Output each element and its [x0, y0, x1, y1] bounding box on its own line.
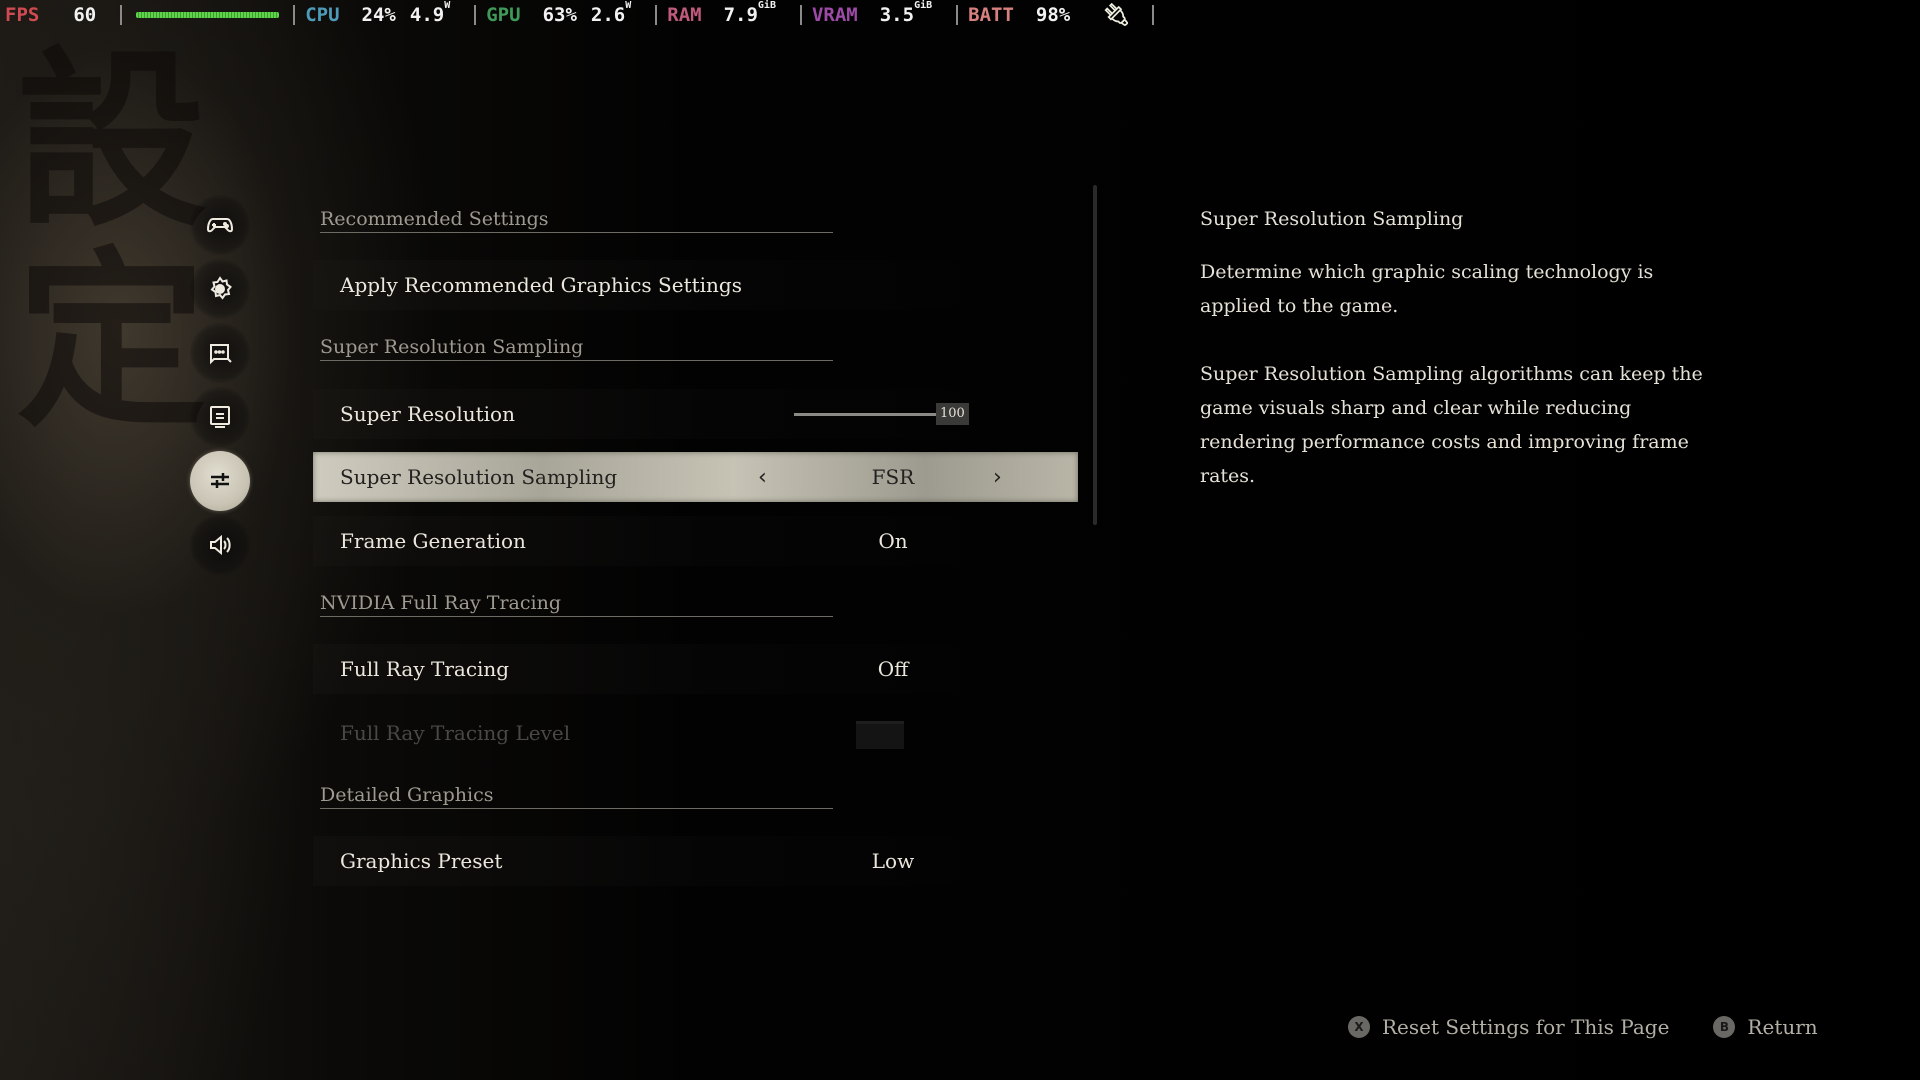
vram-amount: 3.5	[879, 4, 915, 26]
section-heading: NVIDIA Full Ray Tracing	[320, 592, 833, 617]
full-ray-tracing-level-row: Full Ray Tracing Level	[313, 708, 1078, 758]
sidebar-item-audio[interactable]	[190, 515, 250, 575]
divider	[120, 5, 123, 25]
reset-settings-button[interactable]: X Reset Settings for This Page	[1348, 1015, 1669, 1039]
cpu-power: 4.9W	[409, 0, 450, 26]
description-panel: Super Resolution Sampling Determine whic…	[1200, 208, 1720, 493]
frame-generation-row[interactable]: Frame Generation On	[313, 516, 1078, 566]
row-value: Off	[877, 657, 909, 681]
sidebar-item-interface[interactable]	[190, 323, 250, 383]
slider-value: 100	[936, 403, 969, 425]
chevron-left-icon[interactable]: ‹	[758, 465, 767, 490]
background-calligraphy: 設定	[0, 40, 207, 440]
gpu-label: GPU	[486, 4, 521, 26]
footer-prompts: X Reset Settings for This Page B Return	[1348, 1015, 1818, 1039]
gear-icon	[210, 276, 232, 300]
row-label: Full Ray Tracing	[340, 657, 510, 681]
cpu-usage: 24%	[361, 4, 396, 26]
ram-label: RAM	[667, 4, 702, 26]
description-paragraph: Super Resolution Sampling algorithms can…	[1200, 363, 1703, 487]
gamepad-icon	[206, 218, 234, 233]
graphics-preset-row[interactable]: Graphics Preset Low	[313, 836, 1078, 886]
chat-icon	[210, 344, 232, 365]
section-heading: Detailed Graphics	[320, 784, 833, 809]
row-label: Apply Recommended Graphics Settings	[340, 273, 743, 297]
row-label: Frame Generation	[340, 529, 526, 553]
divider	[474, 5, 477, 25]
monitor-icon	[210, 406, 230, 428]
cpu-power-value: 4.9	[409, 4, 445, 26]
battery-label: BATT	[968, 4, 1014, 26]
divider	[956, 5, 959, 25]
return-label: Return	[1747, 1015, 1818, 1039]
vram-label: VRAM	[811, 4, 858, 26]
gpu-usage: 63%	[542, 4, 577, 26]
super-resolution-row[interactable]: Super Resolution 100	[313, 389, 1078, 439]
ram-unit: GiB	[757, 0, 776, 11]
section-heading: Super Resolution Sampling	[320, 336, 833, 361]
performance-overlay: FPS 60 CPU 24% 4.9W GPU 63% 2.6W RAM 7.9…	[0, 0, 1210, 30]
cpu-label: CPU	[305, 4, 340, 26]
row-label: Full Ray Tracing Level	[340, 721, 571, 745]
frametime-graph	[136, 12, 280, 18]
sliders-icon	[211, 473, 229, 488]
row-label: Super Resolution	[340, 402, 515, 426]
divider	[655, 5, 658, 25]
divider	[799, 5, 802, 25]
section-heading: Recommended Settings	[320, 208, 833, 233]
row-label: Graphics Preset	[340, 849, 503, 873]
sidebar-item-general[interactable]	[190, 259, 250, 319]
b-button-icon: B	[1713, 1016, 1736, 1038]
sidebar-item-display[interactable]	[190, 387, 250, 447]
chevron-right-icon[interactable]: ›	[993, 465, 1002, 490]
x-button-icon: X	[1348, 1016, 1370, 1038]
sidebar-item-controls[interactable]	[190, 195, 250, 255]
full-ray-tracing-row[interactable]: Full Ray Tracing Off	[313, 644, 1078, 694]
row-label: Super Resolution Sampling	[340, 465, 618, 489]
disabled-value-box	[856, 721, 904, 749]
battery-value: 98%	[1035, 4, 1071, 26]
reset-label: Reset Settings for This Page	[1382, 1015, 1670, 1039]
description-title: Super Resolution Sampling	[1200, 208, 1464, 230]
vram-value: 3.5GiB	[879, 0, 932, 26]
speaker-icon	[210, 534, 231, 556]
ram-value: 7.9GiB	[723, 0, 776, 26]
fps-value: 60	[73, 4, 97, 26]
plug-icon: 🔌︎	[1102, 2, 1131, 28]
return-button[interactable]: B Return	[1713, 1015, 1818, 1039]
gpu-power-unit: W	[625, 0, 632, 11]
vram-unit: GiB	[914, 0, 933, 11]
row-value: Low	[871, 849, 915, 873]
ram-amount: 7.9	[723, 4, 758, 26]
gpu-power: 2.6W	[590, 0, 631, 26]
gpu-power-value: 2.6	[590, 4, 626, 26]
cpu-power-unit: W	[444, 0, 451, 11]
row-value: FSR	[871, 465, 915, 489]
sidebar-item-graphics[interactable]	[190, 451, 250, 511]
fps-label: FPS	[5, 4, 40, 26]
settings-scrollbar[interactable]	[1093, 185, 1097, 525]
apply-recommended-settings-button[interactable]: Apply Recommended Graphics Settings	[313, 260, 1078, 310]
divider	[1152, 5, 1155, 25]
description-paragraph: Determine which graphic scaling technolo…	[1200, 261, 1654, 317]
super-resolution-slider[interactable]	[794, 413, 944, 416]
row-value: On	[878, 529, 908, 553]
divider	[293, 5, 296, 25]
super-resolution-sampling-row[interactable]: Super Resolution Sampling ‹ FSR ›	[313, 452, 1078, 502]
